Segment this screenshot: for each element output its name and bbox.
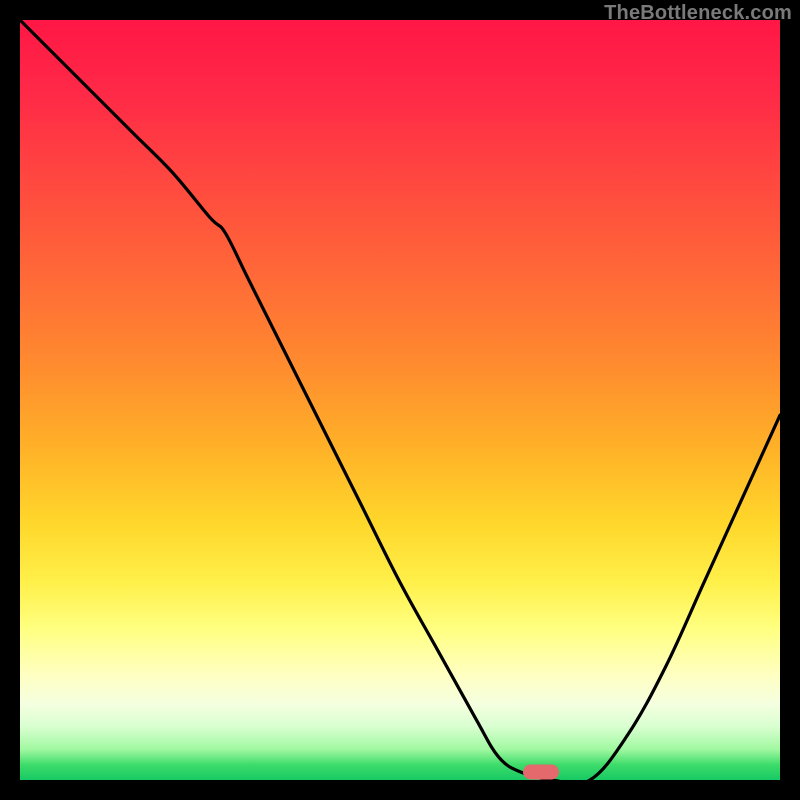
optimal-point-marker — [523, 765, 559, 780]
chart-frame: TheBottleneck.com — [0, 0, 800, 800]
bottleneck-curve — [20, 20, 780, 780]
plot-area — [20, 20, 780, 780]
curve-svg — [20, 20, 780, 780]
